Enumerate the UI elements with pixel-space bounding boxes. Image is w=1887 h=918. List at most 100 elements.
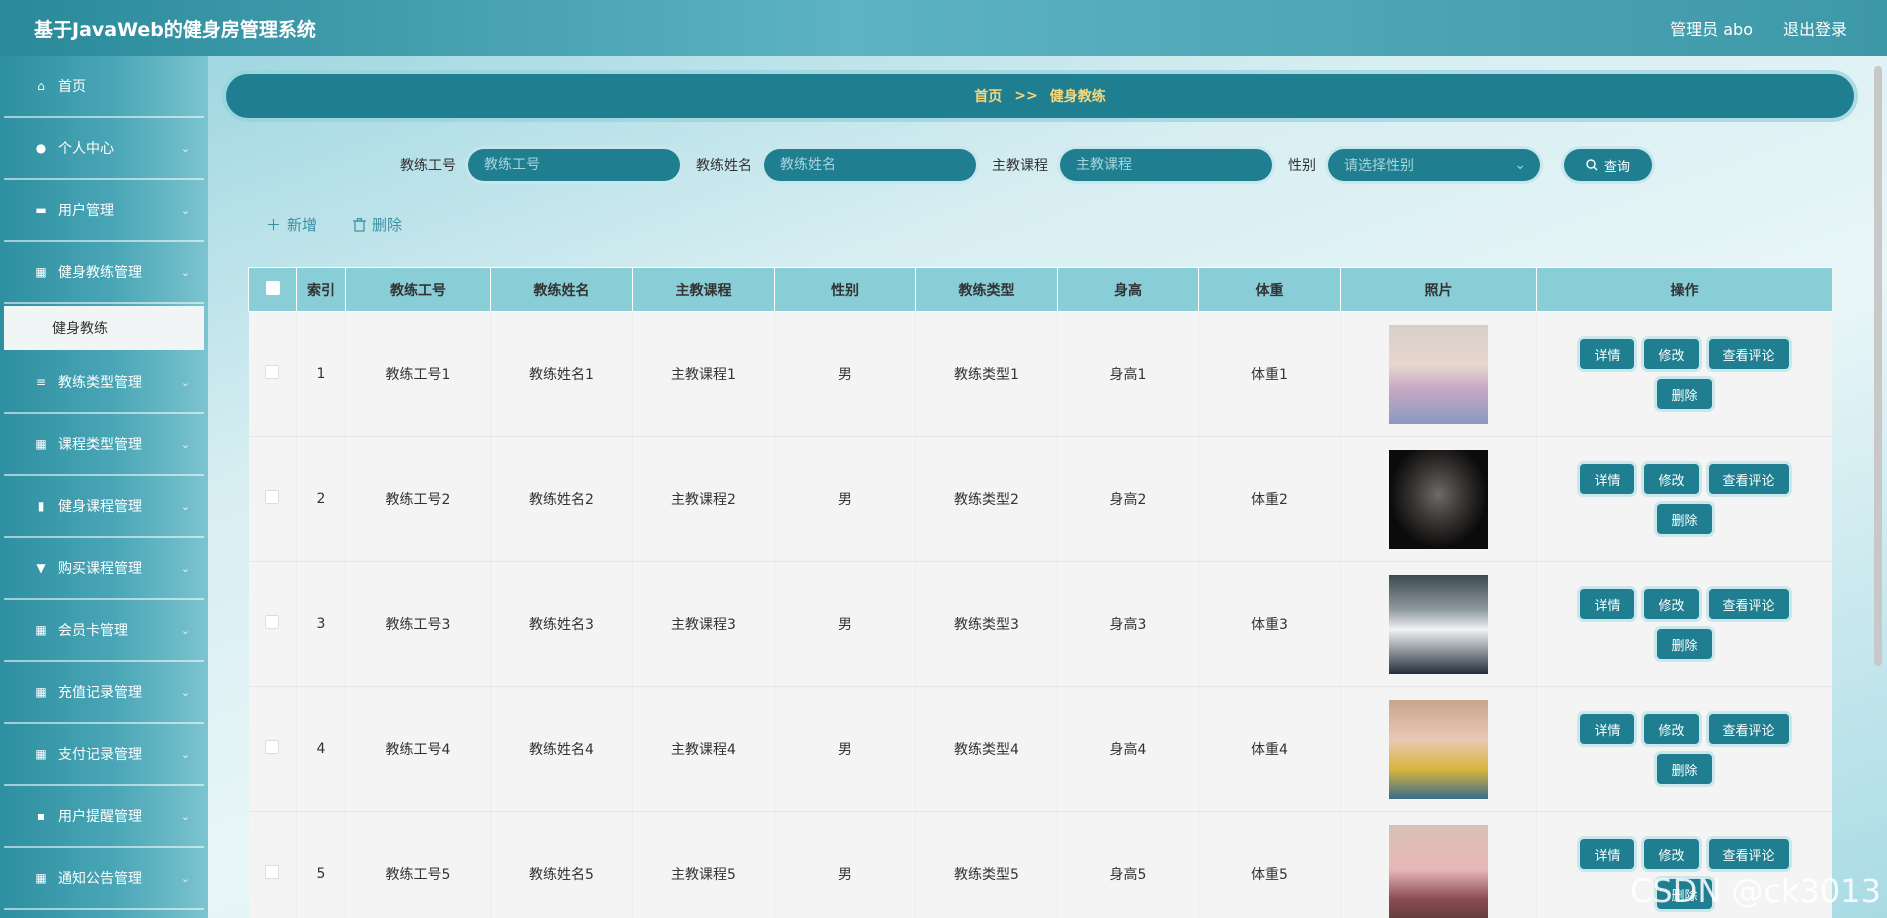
edit-button[interactable]: 修改 [1644,589,1699,619]
sidebar-item[interactable]: ≡ 教练类型管理 ⌄ [4,352,204,414]
chevron-down-icon: ⌄ [180,623,190,637]
sidebar-item[interactable]: ▦ 充值记录管理 ⌄ [4,662,204,724]
edit-button[interactable]: 修改 [1644,839,1699,869]
chevron-down-icon: ⌄ [180,375,190,389]
sidebar-item[interactable]: ▦ 会员卡管理 ⌄ [4,600,204,662]
user-icon: ● [35,141,47,155]
row-select-cell [248,436,297,562]
select-all-checkbox[interactable] [265,280,280,295]
table-row: 2 教练工号2 教练姓名2 主教课程2 男教练类型2 身高2 体重2 详情 修改 查看评论 删除 [248,436,1832,562]
cell-type: 教练类型1 [915,311,1058,437]
cell-photo [1340,311,1537,437]
sidebar-item[interactable]: ▦ 课程类型管理 ⌄ [4,414,204,476]
sidebar-item[interactable]: ▬ 用户管理 ⌄ [4,180,204,242]
delete-row-button[interactable]: 删除 [1657,379,1712,409]
sidebar-item[interactable]: ▼ 购买课程管理 ⌄ [4,538,204,600]
edit-button[interactable]: 修改 [1644,464,1699,494]
detail-button[interactable]: 详情 [1580,339,1635,369]
folder-icon: ▬ [35,203,47,217]
detail-button[interactable]: 详情 [1580,464,1635,494]
view-comments-button[interactable]: 查看评论 [1708,339,1789,369]
sidebar-item-label: 用户管理 [58,203,114,219]
sidebar-item[interactable]: ▮ 健身课程管理 ⌄ [4,476,204,538]
chevron-down-icon: ⌄ [180,437,190,451]
sidebar: ⌂ 首页 ● 个人中心 ⌄ ▬ 用户管理 ⌄ ▦ 健身教练管理 ⌄ 健身教练 ≡ 教练类型管理 ⌄ ▦ 课程类型… [0,56,208,918]
row-checkbox[interactable] [265,740,280,754]
delete-row-button[interactable]: 删除 [1657,504,1712,534]
breadcrumb-current: 健身教练 [1049,89,1106,105]
view-comments-button[interactable]: 查看评论 [1708,714,1789,744]
sidebar-item[interactable]: ▦ 通知公告管理 ⌄ [4,848,204,910]
row-checkbox[interactable] [265,615,280,629]
delete-row-button[interactable]: 删除 [1657,754,1712,784]
column-header: 体重 [1198,267,1341,312]
cell-gender: 男 [774,311,916,437]
sidebar-item[interactable]: ● 个人中心 ⌄ [4,118,204,180]
cell-no: 教练工号4 [345,686,491,812]
chevron-down-icon: ⌄ [180,499,190,513]
row-checkbox[interactable] [265,865,280,879]
detail-button[interactable]: 详情 [1580,839,1635,869]
logout-link[interactable]: 退出登录 [1783,16,1847,40]
main-course-input[interactable] [1060,149,1272,181]
sidebar-item-label: 支付记录管理 [58,747,142,763]
sidebar-item[interactable]: ▪ 用户提醒管理 ⌄ [4,786,204,848]
cell-index: 4 [296,686,346,812]
bar-chart-icon: ▮ [37,499,45,513]
page-scrollbar[interactable] [1872,60,1884,910]
edit-button[interactable]: 修改 [1644,339,1699,369]
scrollbar-thumb[interactable] [1874,66,1882,666]
sidebar-item[interactable]: ⌂ 首页 [4,56,204,118]
sidebar-item-label: 购买课程管理 [58,561,142,577]
coach-name-input[interactable] [764,149,976,181]
column-header: 操作 [1536,267,1832,312]
chevron-down-icon: ⌄ [180,265,190,279]
cell-type: 教练类型4 [915,686,1058,812]
sidebar-item-label: 个人中心 [58,141,114,157]
gender-label: 性别 [1288,158,1316,174]
coach-photo-3 [1389,574,1488,674]
gender-select[interactable]: 请选择性别 ⌄ [1328,149,1540,181]
coach-photo-1 [1389,324,1488,424]
detail-button[interactable]: 详情 [1580,714,1635,744]
row-checkbox[interactable] [265,365,280,379]
view-comments-button[interactable]: 查看评论 [1708,464,1789,494]
sidebar-item[interactable]: ▦ 健身教练管理 ⌄ [4,242,204,304]
cell-photo [1340,436,1537,562]
breadcrumb-home[interactable]: 首页 [974,86,1002,106]
cell-gender: 男 [774,561,916,687]
search-button[interactable]: 查询 [1564,149,1652,181]
coach-name-label: 教练姓名 [696,158,752,174]
cell-operations: 详情 修改 查看评论删除 [1536,561,1832,687]
select-all-cell[interactable] [248,267,297,312]
coach-no-input[interactable] [468,149,680,181]
delete-row-button[interactable]: 删除 [1657,629,1712,659]
edit-button[interactable]: 修改 [1644,714,1699,744]
column-header: 教练姓名 [490,267,633,312]
current-user: 管理员 abo [1670,20,1753,39]
cell-course: 主教课程4 [632,686,775,812]
column-header: 主教课程 [632,267,775,312]
column-header: 教练工号 [345,267,491,312]
sidebar-subitem-active[interactable]: 健身教练 [4,306,204,350]
gender-select-placeholder: 请选择性别 [1344,158,1414,174]
sidebar-item[interactable]: ▦ 支付记录管理 ⌄ [4,724,204,786]
cell-course: 主教课程2 [632,436,775,562]
chevron-down-icon: ⌄ [180,871,190,885]
view-comments-button[interactable]: 查看评论 [1708,839,1789,869]
delete-button[interactable]: 删除 [353,214,402,235]
sidebar-item-label: 课程类型管理 [58,437,142,453]
cell-name: 教练姓名5 [490,811,633,918]
cell-operations: 详情 修改 查看评论删除 [1536,311,1832,437]
detail-button[interactable]: 详情 [1580,589,1635,619]
cell-name: 教练姓名2 [490,436,633,562]
cell-name: 教练姓名1 [490,311,633,437]
chevron-down-icon: ⌄ [180,141,190,155]
chevron-down-icon: ⌄ [180,561,190,575]
row-checkbox[interactable] [265,490,280,504]
view-comments-button[interactable]: 查看评论 [1708,589,1789,619]
cell-operations: 详情 修改 查看评论删除 [1536,686,1832,812]
sidebar-item-label: 会员卡管理 [58,623,128,639]
cell-gender: 男 [774,436,916,562]
add-button[interactable]: ＋ 新增 [266,214,317,235]
